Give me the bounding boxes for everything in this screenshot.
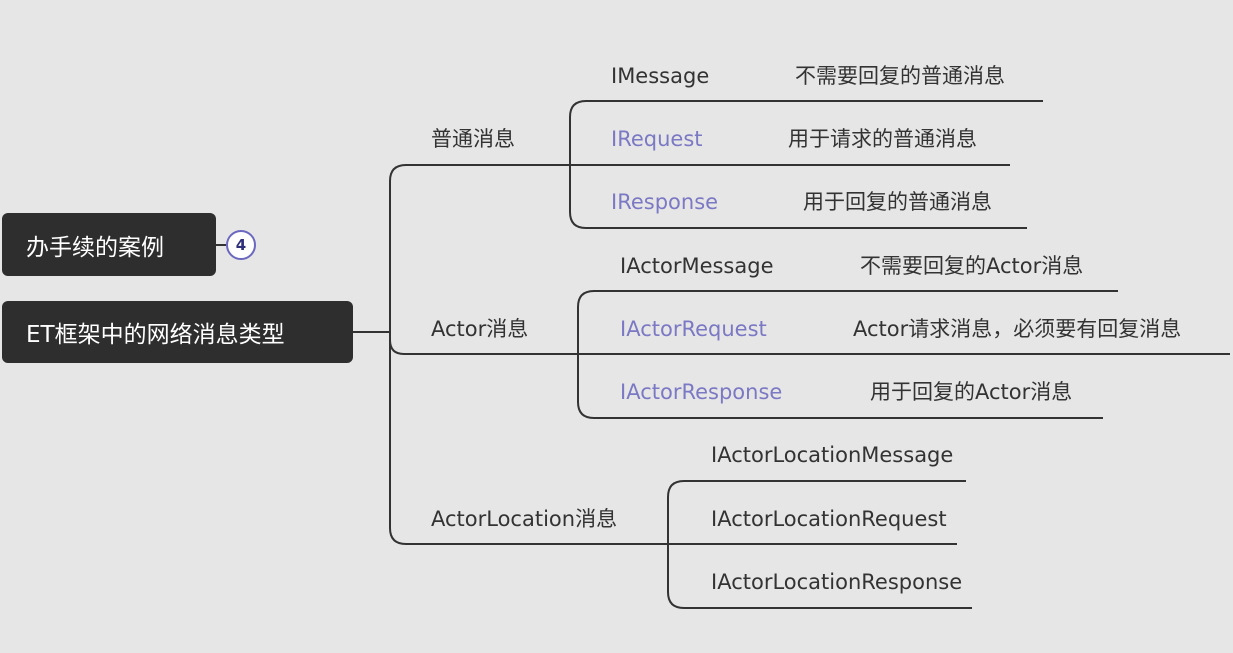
child-name-iactorresponse[interactable]: IActorResponse: [620, 382, 782, 403]
child-name-iactorlocationmessage[interactable]: IActorLocationMessage: [711, 445, 953, 466]
child-desc-iresponse: 用于回复的普通消息: [803, 190, 992, 214]
case-node-label: 办手续的案例: [26, 234, 164, 261]
branch-label-normal[interactable]: 普通消息: [431, 129, 515, 150]
case-node[interactable]: 办手续的案例: [2, 213, 216, 276]
root-node-label: ET框架中的网络消息类型: [26, 322, 285, 348]
root-node[interactable]: ET框架中的网络消息类型: [2, 301, 353, 363]
child-desc-iactorresponse: 用于回复的Actor消息: [870, 380, 1073, 404]
child-name-iactormessage[interactable]: IActorMessage: [620, 256, 774, 277]
branch-label-actor[interactable]: Actor消息: [431, 319, 528, 340]
child-desc-iactormessage: 不需要回复的Actor消息: [860, 254, 1084, 278]
child-name-iactorlocationrequest[interactable]: IActorLocationRequest: [711, 509, 947, 530]
child-name-iresponse[interactable]: IResponse: [611, 192, 718, 213]
mind-map: 办手续的案例 4 ET框架中的网络消息类型 普通消息 Actor消息 Actor…: [0, 0, 1233, 653]
count-badge-value: 4: [235, 236, 247, 254]
child-desc-imessage: 不需要回复的普通消息: [795, 64, 1005, 88]
child-name-irequest[interactable]: IRequest: [611, 129, 703, 150]
child-desc-irequest: 用于请求的普通消息: [788, 127, 977, 151]
child-name-iactorlocationresponse[interactable]: IActorLocationResponse: [711, 572, 962, 593]
branch-line-actor: [389, 339, 578, 355]
child-desc-iactorrequest: Actor请求消息，必须要有回复消息: [853, 317, 1182, 341]
child-name-iactorrequest[interactable]: IActorRequest: [620, 319, 767, 340]
branch-label-location[interactable]: ActorLocation消息: [431, 509, 617, 530]
count-badge[interactable]: 4: [226, 230, 256, 260]
child-name-imessage[interactable]: IMessage: [611, 66, 709, 87]
